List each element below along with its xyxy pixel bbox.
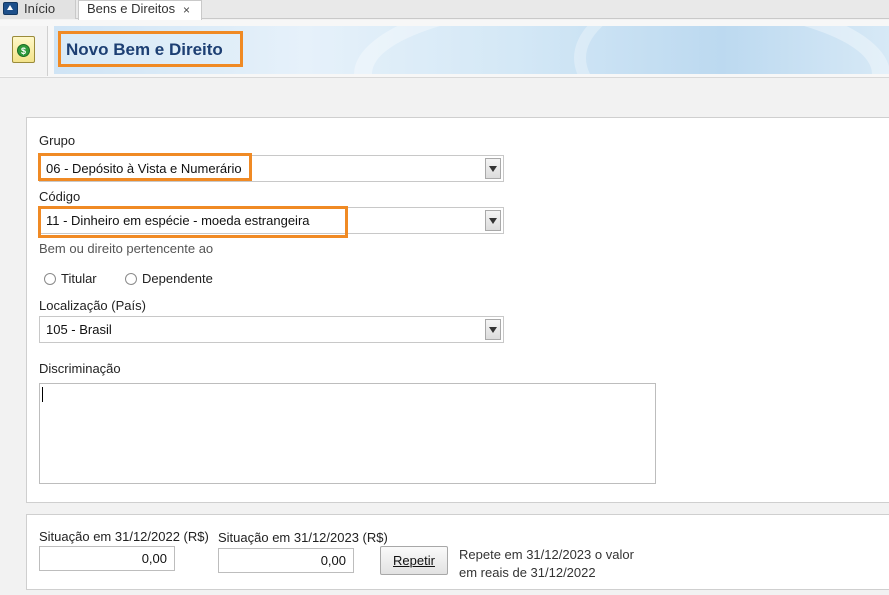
radio-titular-label[interactable]: Titular	[61, 271, 97, 286]
header-icon-box: $	[0, 26, 48, 76]
chevron-down-icon[interactable]	[485, 210, 501, 231]
tab-label: Bens e Direitos	[87, 1, 176, 16]
discriminacao-textarea[interactable]	[39, 383, 656, 484]
home-icon	[3, 2, 18, 15]
situacao-2023-label: Situação em 31/12/2023 (R$)	[218, 530, 388, 545]
tab-inicio[interactable]: Início	[0, 0, 76, 19]
chevron-down-icon[interactable]	[485, 319, 501, 340]
hint-line-1: Repete em 31/12/2023 o valor	[459, 547, 634, 562]
tab-label: Início	[24, 1, 56, 16]
grupo-select[interactable]: 06 - Depósito à Vista e Numerário	[39, 155, 504, 182]
situacao-2023-input[interactable]: 0,00	[218, 548, 354, 573]
radio-dependente-label[interactable]: Dependente	[142, 271, 213, 286]
situacao-2022-input[interactable]: 0,00	[39, 546, 175, 571]
close-icon[interactable]: ×	[183, 2, 190, 18]
pertencente-label: Bem ou direito pertencente ao	[39, 241, 214, 256]
localizacao-value: 105 - Brasil	[46, 322, 112, 337]
tab-bens-e-direitos[interactable]: Bens e Direitos ×	[78, 0, 202, 20]
discriminacao-label: Discriminação	[39, 361, 121, 376]
repetir-button[interactable]: Repetir	[380, 546, 448, 575]
localizacao-select[interactable]: 105 - Brasil	[39, 316, 504, 343]
chevron-down-icon[interactable]	[485, 158, 501, 179]
repetir-hint: Repete em 31/12/2023 o valor em reais de…	[459, 546, 659, 582]
grupo-label: Grupo	[39, 133, 76, 148]
dollar-coin-icon: $	[17, 44, 30, 57]
text-caret	[42, 387, 43, 402]
money-document-icon: $	[12, 36, 35, 63]
page-title: Novo Bem e Direito	[66, 40, 223, 59]
localizacao-label: Localização (País)	[39, 298, 146, 313]
grupo-value: 06 - Depósito à Vista e Numerário	[46, 161, 242, 176]
codigo-select[interactable]: 11 - Dinheiro em espécie - moeda estrang…	[39, 207, 504, 234]
tab-strip: Início Bens e Direitos ×	[0, 0, 889, 20]
radio-titular[interactable]	[44, 273, 56, 285]
radio-dependente[interactable]	[125, 273, 137, 285]
hint-line-2: em reais de 31/12/2022	[459, 565, 596, 580]
codigo-value: 11 - Dinheiro em espécie - moeda estrang…	[46, 213, 310, 228]
situacao-2022-label: Situação em 31/12/2022 (R$)	[39, 529, 209, 544]
codigo-label: Código	[39, 189, 81, 204]
